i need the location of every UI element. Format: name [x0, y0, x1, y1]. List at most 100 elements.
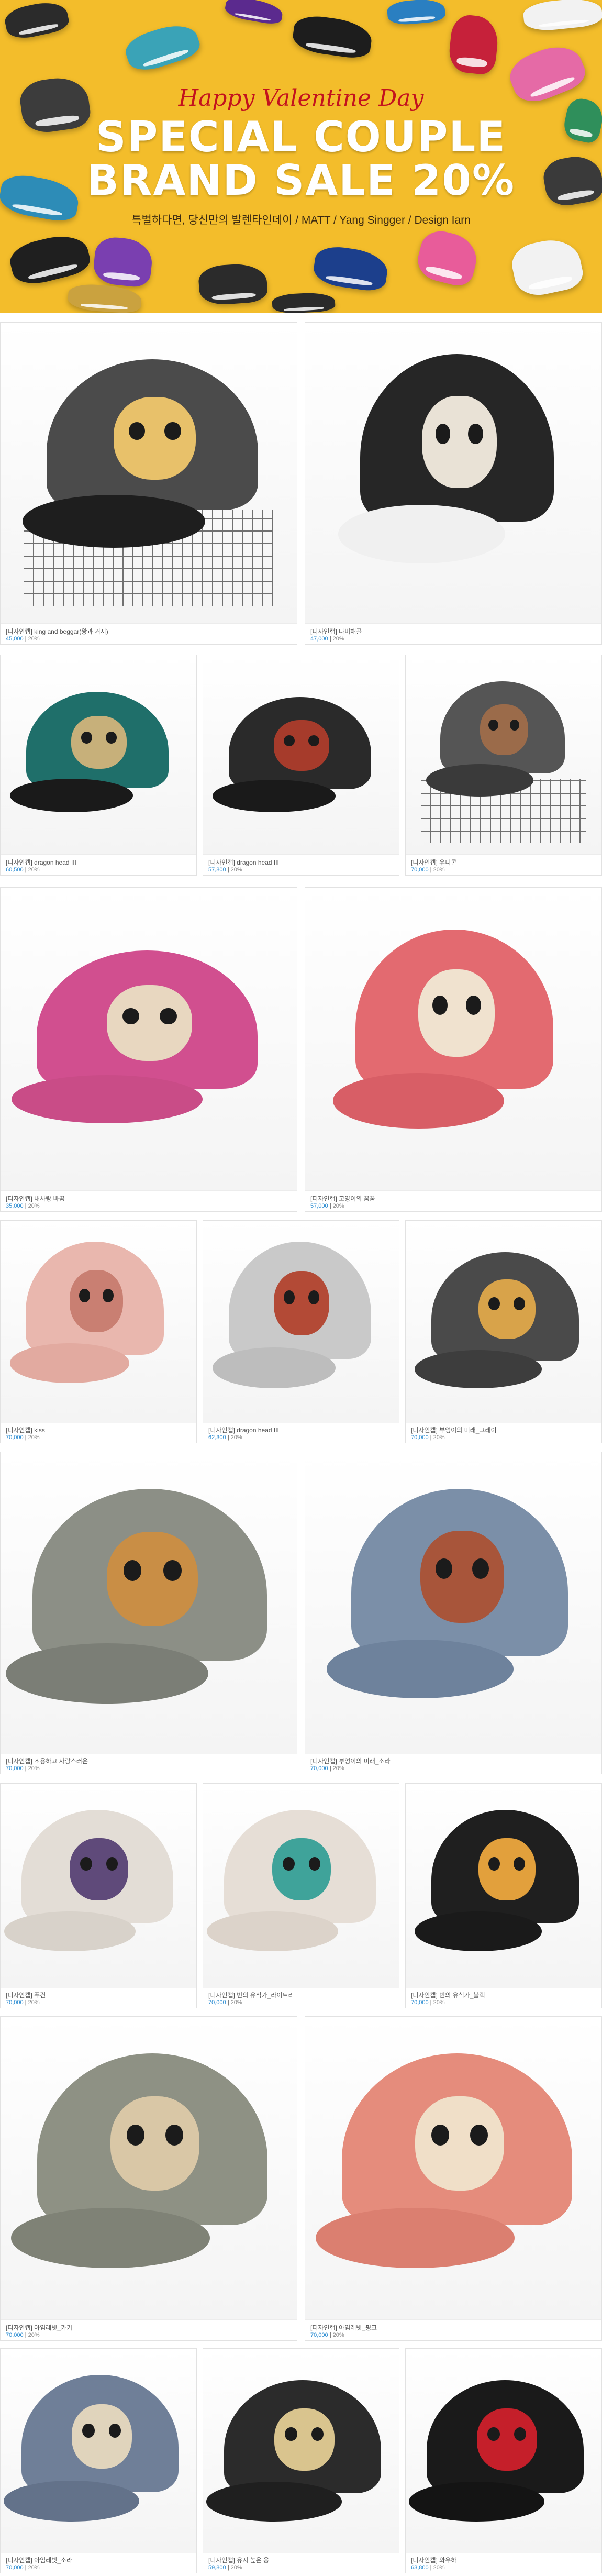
product-name[interactable]: [디자인캡] 유지 높은 용: [208, 2557, 394, 2564]
product-card[interactable]: [디자인캡] 유지 높은 용 59,800 | 20%: [203, 2348, 399, 2573]
product-card[interactable]: [디자인캡] 아임레빗_카키 70,000 | 20%: [0, 2016, 297, 2341]
product-name[interactable]: [디자인캡] 유니콘: [411, 859, 596, 866]
price-value: 70,000: [6, 1999, 24, 2006]
cap-brim: [206, 1911, 338, 1951]
product-name[interactable]: [디자인캡] 내사랑 바꿈: [6, 1195, 292, 1202]
product-name[interactable]: [디자인캡] 아임레빗_소라: [6, 2557, 191, 2564]
product-card[interactable]: [디자인캡] 내사랑 바꿈 35,000 | 20%: [0, 887, 297, 1212]
product-price: 57,800 | 20%: [208, 867, 242, 873]
product-card[interactable]: [디자인캡] 고양이의 꿈꿈 57,000 | 20%: [305, 887, 602, 1212]
discount-value: 20%: [230, 867, 242, 873]
product-image[interactable]: [1, 2349, 196, 2553]
cap-artwork: [274, 720, 329, 771]
product-image[interactable]: [406, 2349, 601, 2553]
discount-value: 20%: [433, 1434, 445, 1441]
price-value: 63,800: [411, 2564, 429, 2571]
product-name[interactable]: [디자인캡] dragon head III: [6, 859, 191, 866]
product-card[interactable]: [디자인캡] king and beggar(왕과 거지) 45,000 | 2…: [0, 322, 297, 645]
product-card[interactable]: [디자인캡] 와우하 63,800 | 20%: [405, 2348, 602, 2573]
product-image[interactable]: [1, 2017, 297, 2320]
product-card[interactable]: [디자인캡] dragon head III 60,500 | 20%: [0, 655, 197, 876]
product-price: 70,000 | 20%: [6, 2332, 40, 2338]
product-image[interactable]: [1, 323, 297, 624]
product-name[interactable]: [디자인캡] 고양이의 꿈꿈: [310, 1195, 596, 1202]
product-image[interactable]: [203, 1221, 399, 1423]
product-image[interactable]: [305, 1452, 601, 1754]
price-value: 70,000: [208, 1999, 226, 2006]
product-image[interactable]: [1, 888, 297, 1191]
product-info: [디자인캡] 유니콘 70,000 | 20%: [406, 854, 601, 875]
cap-image: [206, 2380, 392, 2522]
sneaker-image: [522, 0, 602, 33]
cap-artwork: [272, 1838, 331, 1900]
product-info: [디자인캡] dragon head III 60,500 | 20%: [1, 854, 196, 875]
price-value: 62,300: [208, 1434, 226, 1441]
promo-banner[interactable]: Happy Valentine Day SPECIAL COUPLE BRAND…: [0, 0, 602, 313]
product-name[interactable]: [디자인캡] 빈의 유식가_라이트리: [208, 1992, 394, 1999]
product-name[interactable]: [디자인캡] dragon head III: [208, 1427, 394, 1434]
product-card[interactable]: [디자인캡] 아임레빗_소라 70,000 | 20%: [0, 2348, 197, 2573]
product-price: 70,000 | 20%: [6, 2564, 40, 2571]
product-image[interactable]: [1, 1452, 297, 1754]
product-card[interactable]: [디자인캡] 부엉이의 미래_그레이 70,000 | 20%: [405, 1220, 602, 1443]
product-name[interactable]: [디자인캡] 나비해골: [310, 628, 596, 635]
product-info: [디자인캡] 아임레빗_소라 70,000 | 20%: [1, 2552, 196, 2573]
product-image[interactable]: [305, 2017, 601, 2320]
product-info: [디자인캡] 와우하 63,800 | 20%: [406, 2552, 601, 2573]
product-name[interactable]: [디자인캡] dragon head III: [208, 859, 394, 866]
discount-value: 20%: [332, 1203, 344, 1209]
sneaker-image: [92, 235, 154, 289]
discount-value: 20%: [433, 1999, 445, 2006]
product-card[interactable]: [디자인캡] 조용하고 사랑스러운 70,000 | 20%: [0, 1452, 297, 1774]
product-image[interactable]: [406, 1784, 601, 1988]
discount-value: 20%: [28, 2332, 40, 2338]
product-name[interactable]: [디자인캡] 아임레빗_카키: [6, 2324, 292, 2331]
product-card[interactable]: [디자인캡] 부엉이의 미래_소라 70,000 | 20%: [305, 1452, 602, 1774]
product-name[interactable]: [디자인캡] king and beggar(왕과 거지): [6, 628, 292, 635]
product-info: [디자인캡] 부엉이의 미래_그레이 70,000 | 20%: [406, 1422, 601, 1443]
product-image[interactable]: [406, 1221, 601, 1423]
product-image[interactable]: [203, 1784, 399, 1988]
cap-artwork: [480, 704, 528, 755]
sneaker-image: [386, 0, 446, 26]
product-card[interactable]: [디자인캡] 빈의 유식가_라이트리 70,000 | 20%: [203, 1783, 399, 2008]
product-card[interactable]: [디자인캡] 나비해골 47,000 | 20%: [305, 322, 602, 645]
cap-brim: [11, 2208, 210, 2268]
product-info: [디자인캡] 나비해골 47,000 | 20%: [305, 623, 601, 644]
product-name[interactable]: [디자인캡] 부엉이의 미래_소라: [310, 1757, 596, 1765]
product-image[interactable]: [305, 323, 601, 624]
product-image[interactable]: [1, 1784, 196, 1988]
product-info: [디자인캡] 부엉이의 미래_소라 70,000 | 20%: [305, 1753, 601, 1774]
discount-value: 20%: [230, 2564, 242, 2571]
product-card[interactable]: [디자인캡] dragon head III 62,300 | 20%: [203, 1220, 399, 1443]
product-name[interactable]: [디자인캡] 부엉이의 미래_그레이: [411, 1427, 596, 1434]
product-name[interactable]: [디자인캡] kiss: [6, 1427, 191, 1434]
cap-image: [206, 1810, 386, 1951]
product-image[interactable]: [1, 655, 196, 855]
product-image[interactable]: [203, 655, 399, 855]
product-info: [디자인캡] 내사랑 바꿈 35,000 | 20%: [1, 1190, 297, 1211]
product-image[interactable]: [203, 2349, 399, 2553]
product-card[interactable]: [디자인캡] 빈의 유식가_블랙 70,000 | 20%: [405, 1783, 602, 2008]
product-name[interactable]: [디자인캡] 빈의 유식가_블랙: [411, 1992, 596, 1999]
cap-image: [415, 1252, 589, 1388]
discount-value: 20%: [28, 1203, 40, 1209]
product-card[interactable]: [디자인캡] 푸건 70,000 | 20%: [0, 1783, 197, 2008]
product-card[interactable]: [디자인캡] 아임레빗_핑크 70,000 | 20%: [305, 2016, 602, 2341]
product-card[interactable]: [디자인캡] 유니콘 70,000 | 20%: [405, 655, 602, 876]
cap-artwork: [70, 1838, 129, 1900]
cap-brim: [10, 1343, 129, 1383]
product-image[interactable]: [305, 888, 601, 1191]
product-price: 70,000 | 20%: [6, 1999, 40, 2006]
product-image[interactable]: [1, 1221, 196, 1423]
product-image[interactable]: [406, 655, 601, 855]
product-name[interactable]: [디자인캡] 푸건: [6, 1992, 191, 1999]
sneaker-image: [508, 234, 586, 300]
product-name[interactable]: [디자인캡] 조용하고 사랑스러운: [6, 1757, 292, 1765]
product-name[interactable]: [디자인캡] 아임레빗_핑크: [310, 2324, 596, 2331]
product-name[interactable]: [디자인캡] 와우하: [411, 2557, 596, 2564]
discount-value: 20%: [332, 2332, 344, 2338]
product-card[interactable]: [디자인캡] kiss 70,000 | 20%: [0, 1220, 197, 1443]
product-card[interactable]: [디자인캡] dragon head III 57,800 | 20%: [203, 655, 399, 876]
product-info: [디자인캡] 빈의 유식가_라이트리 70,000 | 20%: [203, 1987, 399, 2008]
